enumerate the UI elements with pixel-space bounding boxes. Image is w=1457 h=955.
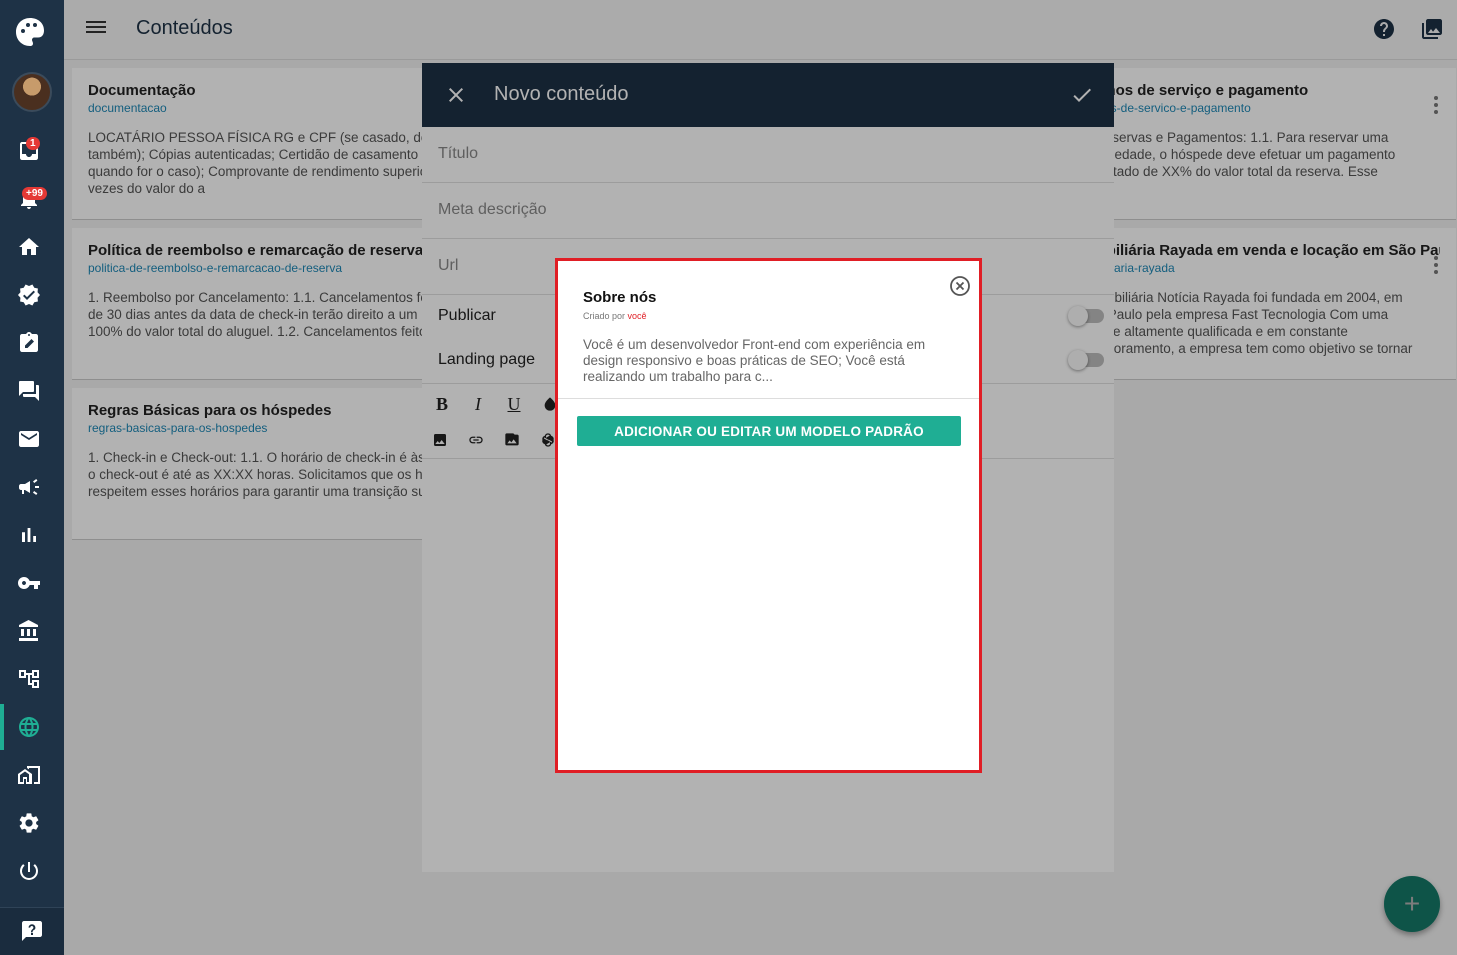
bank-icon[interactable] (16, 618, 42, 644)
template-author: Criado por você (583, 311, 647, 321)
campaign-icon[interactable] (16, 474, 42, 500)
author-prefix: Criado por (583, 311, 626, 321)
gear-icon[interactable] (16, 810, 42, 836)
fab-dim (1384, 876, 1440, 932)
author-name: você (627, 311, 647, 321)
hierarchy-icon[interactable] (16, 666, 42, 692)
popup-divider (558, 398, 979, 399)
clipboard-edit-icon[interactable] (16, 330, 42, 356)
active-indicator (0, 704, 4, 750)
forum-icon[interactable] (16, 378, 42, 404)
buildings-icon[interactable] (16, 762, 42, 788)
sidebar: 1 +99 (0, 0, 64, 955)
sidebar-footer (0, 908, 64, 955)
app-logo-icon[interactable] (14, 16, 46, 48)
messages-badge: +99 (22, 187, 47, 200)
template-title: Sobre nós (583, 289, 657, 306)
notification-badge: 1 (26, 137, 40, 150)
add-edit-template-button[interactable]: ADICIONAR OU EDITAR UM MODELO PADRÃO (577, 416, 961, 446)
template-popup: Sobre nós Criado por você Você é um dese… (555, 258, 982, 773)
verified-icon[interactable] (16, 282, 42, 308)
help-chat-icon[interactable] (19, 918, 45, 944)
template-description[interactable]: Você é um desenvolvedor Front-end com ex… (583, 337, 943, 385)
globe-icon[interactable] (16, 714, 42, 740)
power-icon[interactable] (16, 858, 42, 884)
key-icon[interactable] (16, 570, 42, 596)
bar-chart-icon[interactable] (16, 522, 42, 548)
close-circle-icon[interactable] (949, 275, 971, 297)
mail-icon[interactable] (16, 426, 42, 452)
avatar[interactable] (12, 72, 52, 112)
home-icon[interactable] (16, 234, 42, 260)
